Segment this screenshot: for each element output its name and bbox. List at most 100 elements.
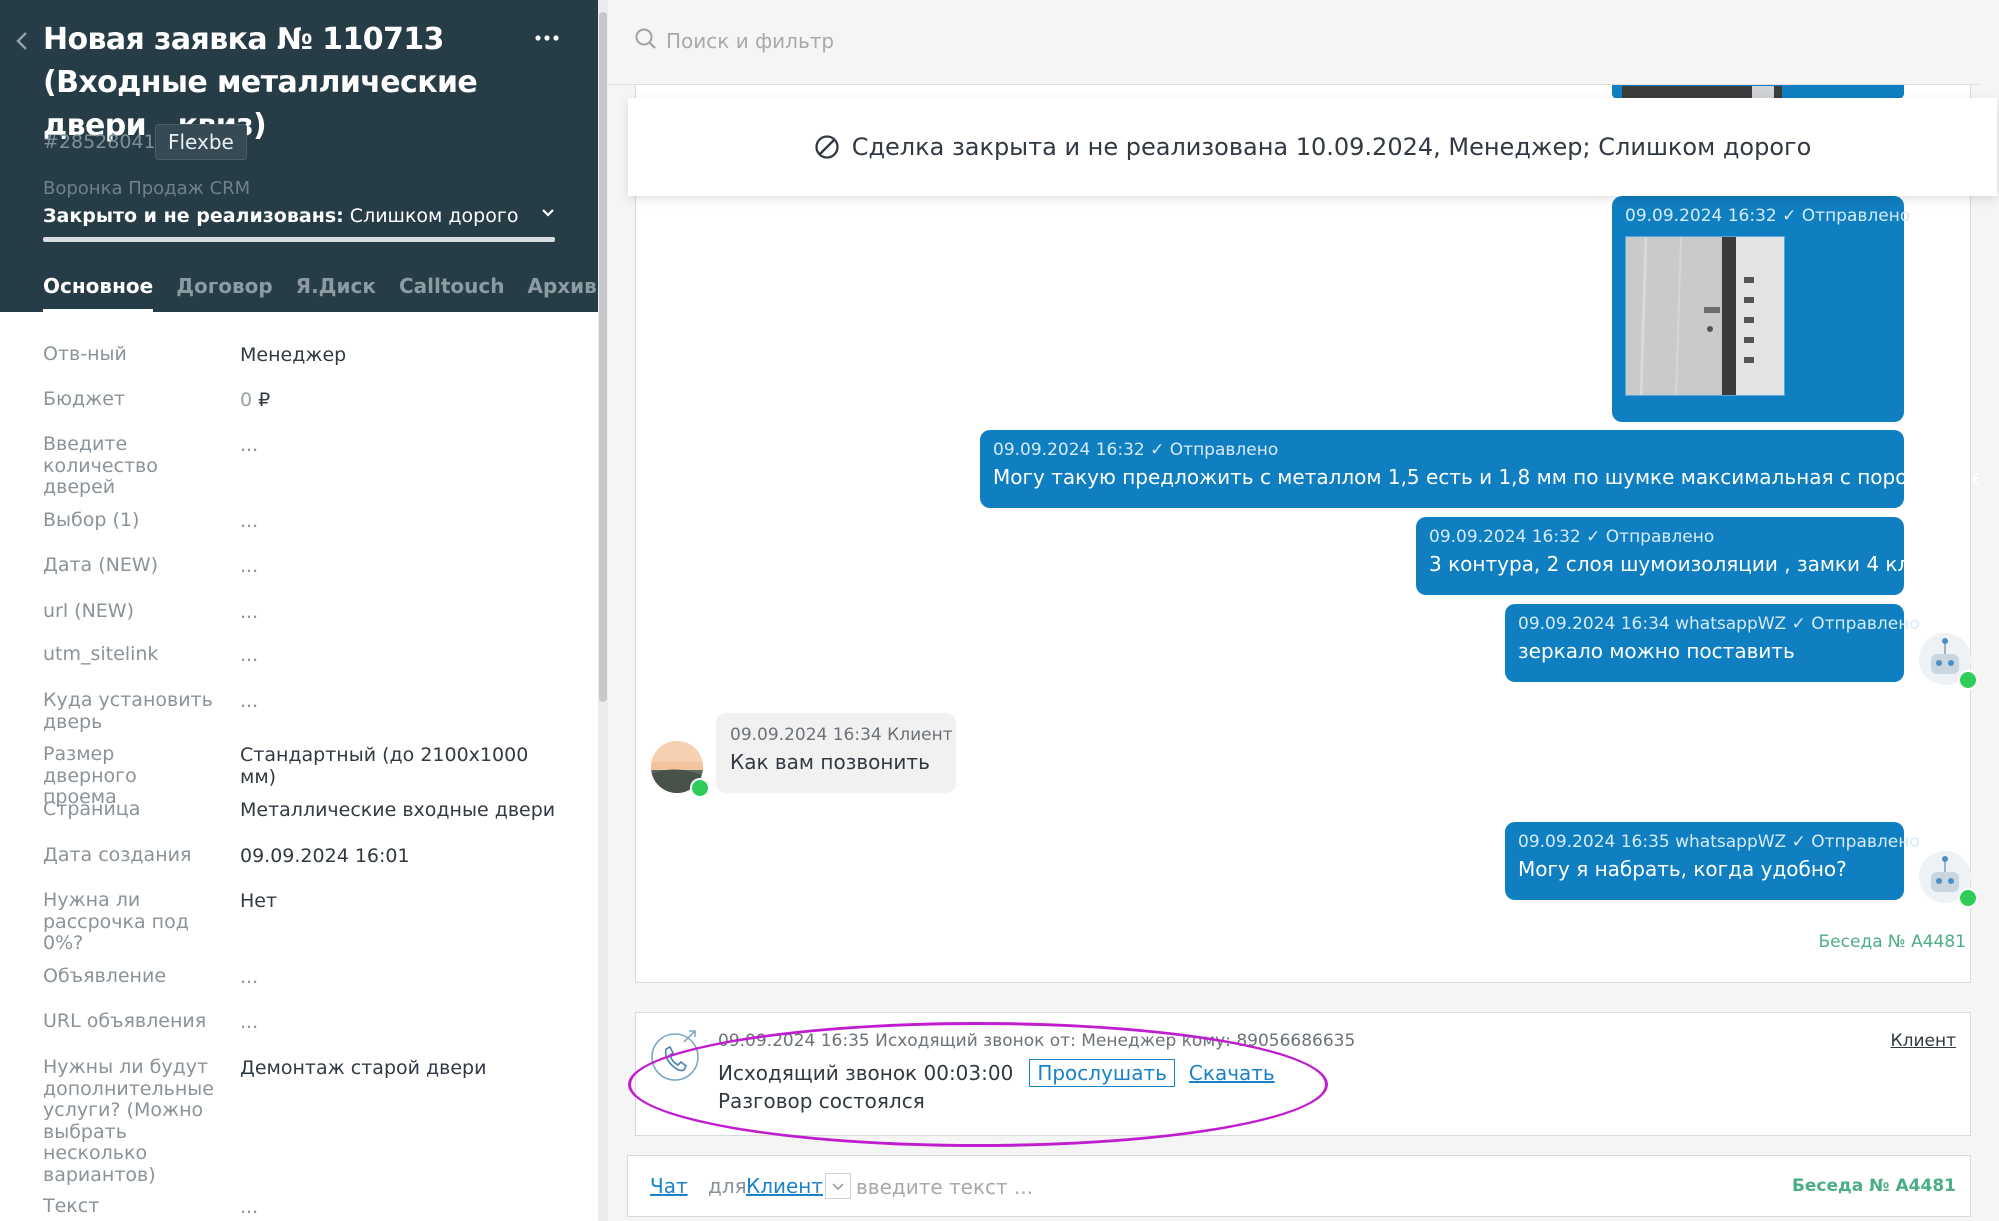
- download-link[interactable]: Скачать: [1189, 1061, 1275, 1085]
- phone-call-icon: [651, 1030, 699, 1081]
- prohibited-icon: [815, 135, 839, 159]
- chevron-down-icon[interactable]: [540, 206, 556, 220]
- status-reason: Слишком дорого: [349, 205, 519, 227]
- call-meta: 09.09.2024 16:35 Исходящий звонок от: Ме…: [718, 1031, 1356, 1051]
- message-image[interactable]: [1625, 236, 1785, 396]
- deal-closed-text: Сделка закрыта и не реализована 10.09.20…: [851, 133, 1812, 161]
- deal-closed-banner: Сделка закрыта и не реализована 10.09.20…: [628, 98, 1997, 196]
- call-result: Разговор состоялся: [718, 1089, 925, 1113]
- field-value[interactable]: ...: [240, 1196, 570, 1218]
- field-value[interactable]: ...: [240, 434, 570, 456]
- tab-yadisk[interactable]: Я.Диск: [296, 272, 376, 312]
- field-value[interactable]: Менеджер: [240, 344, 570, 366]
- message-text: Могу такую предложить с металлом 1,5 ест…: [993, 465, 1999, 489]
- message-meta: 09.09.2024 16:34 Клиент: [730, 725, 953, 745]
- call-client-link[interactable]: Клиент: [1891, 1031, 1956, 1051]
- field-value[interactable]: Стандартный (до 2100х1000 мм): [240, 744, 570, 788]
- status-selector[interactable]: Закрыто и не реализованs: Слишком дорого: [43, 205, 518, 227]
- field-value[interactable]: 09.09.2024 16:01: [240, 845, 570, 867]
- message-text: Могу я набрать, когда удобно?: [1518, 857, 1847, 881]
- left-scrollbar-thumb[interactable]: [599, 12, 607, 702]
- outgoing-message[interactable]: 09.09.2024 16:32 ✓ Отправлено: [1612, 196, 1911, 422]
- incoming-message[interactable]: 09.09.2024 16:34 Клиент Как вам позвонит…: [716, 713, 956, 793]
- field-value[interactable]: ...: [240, 601, 570, 623]
- lead-id: #28528041: [43, 131, 156, 153]
- recipient-link[interactable]: Клиент: [746, 1174, 823, 1198]
- field-label: Нужны ли будут дополнительные услуги? (М…: [43, 1056, 214, 1186]
- field-label: Куда установить дверь: [43, 689, 213, 733]
- field-value[interactable]: Нет: [240, 890, 570, 912]
- status-progress-bar: [43, 237, 555, 242]
- message-input[interactable]: [856, 1170, 1656, 1204]
- status-label: Закрыто и не реализованs:: [43, 205, 344, 227]
- feed-panel: Сделка закрыта и не реализована 10.09.20…: [608, 0, 1999, 1221]
- field-value[interactable]: Демонтаж старой двери: [240, 1057, 570, 1079]
- field-label: Бюджет: [43, 388, 126, 410]
- chevron-down-icon: [832, 1183, 844, 1191]
- field-label: Отв-ный: [43, 343, 127, 365]
- search-input[interactable]: [666, 22, 1166, 60]
- message-composer: Чат для Клиент : Беседа № А4481: [627, 1155, 1971, 1217]
- conversation-number[interactable]: Беседа № А4481: [1819, 932, 1966, 952]
- composer-conversation-number[interactable]: Беседа № А4481: [1792, 1176, 1956, 1196]
- whatsapp-icon: [1958, 670, 1978, 690]
- field-label: url (NEW): [43, 600, 135, 622]
- field-value[interactable]: Металлические входные двери: [240, 799, 570, 821]
- tab-main[interactable]: Основное: [43, 272, 154, 312]
- call-title: Исходящий звонок 00:03:00: [718, 1061, 1014, 1085]
- field-label: Дата создания: [43, 844, 192, 866]
- field-label: Текст: [43, 1195, 100, 1217]
- more-dots-icon[interactable]: [532, 24, 562, 52]
- field-label: Объявление: [43, 965, 167, 987]
- field-label: Введите количество дверей: [43, 433, 158, 498]
- back-chevron-icon[interactable]: [14, 30, 30, 52]
- field-value[interactable]: ...: [240, 510, 570, 532]
- previous-image-message[interactable]: [1612, 85, 1904, 99]
- whatsapp-icon: [1958, 888, 1978, 908]
- composer-for-text: для: [708, 1174, 747, 1198]
- tab-archive[interactable]: Архив: [527, 272, 596, 312]
- field-label: Дата (NEW): [43, 554, 159, 576]
- search-bar: [608, 0, 1999, 85]
- bot-avatar: [1918, 632, 1978, 690]
- card-tabs: Основное Договор Я.Диск Calltouch Архив …: [43, 272, 598, 312]
- outgoing-message[interactable]: 09.09.2024 16:32 ✓ Отправлено 3 контура,…: [1416, 517, 1957, 595]
- chat-type-link[interactable]: Чат: [650, 1174, 688, 1198]
- message-text: зеркало можно поставить: [1518, 639, 1795, 663]
- listen-button[interactable]: Прослушать: [1029, 1059, 1175, 1087]
- message-meta: 09.09.2024 16:35 whatsappWZ ✓ Отправлено: [1518, 832, 1920, 852]
- search-icon: [635, 28, 656, 49]
- tag-chip[interactable]: Flexbe: [155, 124, 247, 160]
- lead-title[interactable]: Новая заявка № 110713 (Входные металличе…: [43, 18, 543, 147]
- outgoing-message[interactable]: 09.09.2024 16:32 ✓ Отправлено Могу такую…: [980, 430, 1999, 508]
- message-meta: 09.09.2024 16:32 ✓ Отправлено: [1625, 206, 1911, 226]
- message-meta: 09.09.2024 16:32 ✓ Отправлено: [993, 440, 1279, 460]
- message-meta: 09.09.2024 16:34 whatsappWZ ✓ Отправлено: [1518, 614, 1920, 634]
- tab-calltouch[interactable]: Calltouch: [399, 272, 505, 312]
- tab-contract[interactable]: Договор: [176, 272, 272, 312]
- call-card: 09.09.2024 16:35 Исходящий звонок от: Ме…: [635, 1012, 1971, 1136]
- bot-avatar: [1918, 850, 1978, 908]
- outgoing-message[interactable]: 09.09.2024 16:35 whatsappWZ ✓ Отправлено…: [1505, 822, 1920, 900]
- currency-sign: ₽: [258, 389, 271, 411]
- field-value[interactable]: ...: [240, 690, 570, 712]
- field-label: Выбор (1): [43, 509, 140, 531]
- lead-card-panel: Новая заявка № 110713 (Входные металличе…: [0, 0, 598, 1221]
- field-value[interactable]: 0 ₽: [240, 389, 570, 411]
- composer-colon: :: [814, 1174, 821, 1198]
- message-text: Как вам позвонить: [730, 750, 930, 774]
- outgoing-message[interactable]: 09.09.2024 16:34 whatsappWZ ✓ Отправлено…: [1505, 604, 1920, 682]
- field-label: Страница: [43, 798, 141, 820]
- field-value[interactable]: ...: [240, 1011, 570, 1033]
- budget-value: 0: [240, 389, 253, 411]
- field-value[interactable]: ...: [240, 966, 570, 988]
- client-avatar: [650, 740, 710, 798]
- field-value[interactable]: ...: [240, 555, 570, 577]
- whatsapp-icon: [690, 778, 710, 798]
- recipient-dropdown[interactable]: [825, 1173, 851, 1199]
- door-photo-icon: [1626, 237, 1784, 395]
- message-meta: 09.09.2024 16:32 ✓ Отправлено: [1429, 527, 1715, 547]
- field-value[interactable]: ...: [240, 644, 570, 666]
- field-label: URL объявления: [43, 1010, 207, 1032]
- lead-card-header: Новая заявка № 110713 (Входные металличе…: [0, 0, 598, 312]
